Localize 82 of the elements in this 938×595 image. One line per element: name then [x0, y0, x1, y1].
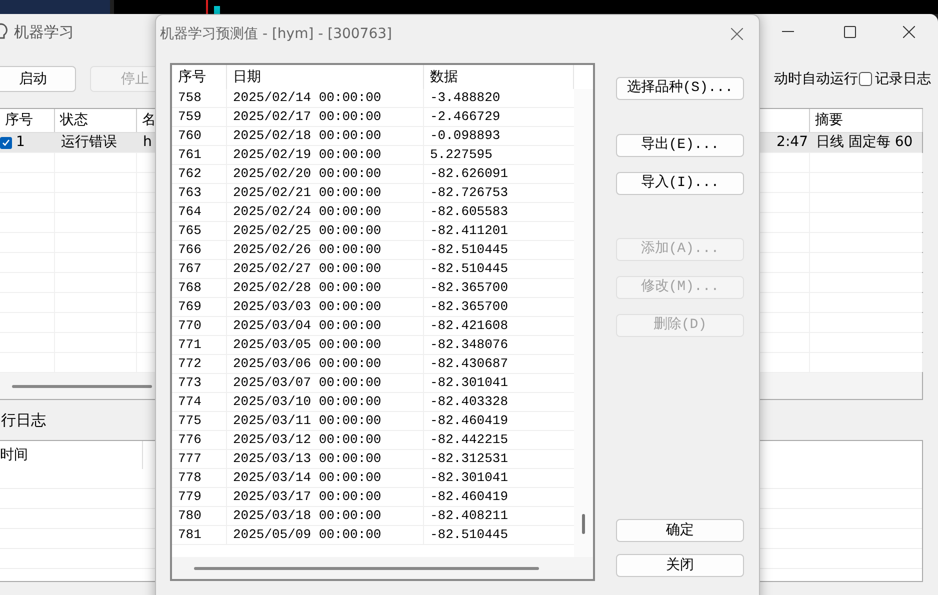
table-cell-text: 776	[178, 431, 202, 450]
table-cell-text: -82.348076	[430, 336, 508, 354]
table-cell-text: 779	[178, 488, 202, 506]
table-cell-text: -82.460419	[430, 412, 508, 430]
table-cell-text: 767	[178, 260, 202, 278]
table-cell-text: 778	[178, 469, 202, 488]
table-cell-text: -82.403328	[430, 393, 508, 412]
table-cell-text: 780	[178, 507, 202, 526]
table-cell-text: 2025/03/12 00:00:00	[233, 431, 382, 450]
table-cell-text: -2.466729	[430, 108, 500, 126]
table-cell-text: -82.408211	[430, 507, 508, 526]
table-cell-text: -82.605583	[430, 203, 508, 222]
table-cell-text: 774	[178, 393, 202, 412]
table-cell-text: 2025/03/04 00:00:00	[233, 317, 382, 336]
table-cell-text: 2025/03/18 00:00:00	[233, 507, 382, 526]
table-cell-text: 768	[178, 279, 202, 298]
table-cell-text: 769	[178, 298, 202, 316]
table-cell-text: -82.365700	[430, 298, 508, 316]
table-cell-text: 5.227595	[430, 146, 492, 164]
table-cell-text: 762	[178, 165, 202, 184]
table-cell-text: -82.430687	[430, 355, 508, 374]
table-cell-text: 766	[178, 241, 202, 260]
table-cell-text: 2025/02/17 00:00:00	[233, 108, 382, 126]
table-cell-text: 运行错误	[61, 133, 117, 152]
table-cell-text: 765	[178, 222, 202, 240]
log-title: 行日志	[1, 410, 46, 431]
table-cell-text: 763	[178, 184, 202, 202]
table-cell-text: 日线 固定每 60	[816, 133, 913, 152]
log-option-label: 记录日志	[875, 70, 931, 88]
table-cell-text: -82.312531	[430, 450, 508, 468]
auto-run-label: 动时自动运行	[774, 70, 858, 88]
table-cell-text: 759	[178, 108, 202, 126]
table-cell-text: 761	[178, 146, 202, 164]
table-cell-text: 772	[178, 355, 202, 374]
table-cell-text: -82.411201	[430, 222, 508, 240]
table-cell-text: 2025/03/03 00:00:00	[233, 298, 382, 316]
table-cell-text: 2025/03/05 00:00:00	[233, 336, 382, 354]
table-cell-text: -3.488820	[430, 89, 500, 108]
table-cell-text: 2025/02/21 00:00:00	[233, 184, 382, 202]
table-cell-text: 770	[178, 317, 202, 336]
table-cell-text: 2025/02/27 00:00:00	[233, 260, 382, 278]
table-cell-text: 2025/02/25 00:00:00	[233, 222, 382, 240]
table-cell-text: -82.365700	[430, 279, 508, 298]
table-cell-text: 2025/03/11 00:00:00	[233, 412, 382, 430]
table-cell-text: -0.098893	[430, 127, 500, 146]
table-cell-text: 773	[178, 374, 202, 392]
table-cell-text: -82.626091	[430, 165, 508, 184]
table-cell-text: 2025/02/18 00:00:00	[233, 127, 382, 146]
table-cell-text: 2025/03/07 00:00:00	[233, 374, 382, 392]
table-cell-text: 758	[178, 89, 202, 108]
table-cell-text: 2025/03/10 00:00:00	[233, 393, 382, 412]
table-cell-text: 2025/02/24 00:00:00	[233, 203, 382, 222]
table-cell-text: -82.301041	[430, 469, 508, 488]
table-cell-text: 2025/03/13 00:00:00	[233, 450, 382, 468]
table-cell-text: -82.726753	[430, 184, 508, 202]
table-cell-text: 2025/02/14 00:00:00	[233, 89, 382, 108]
table-cell-text: 2025/02/20 00:00:00	[233, 165, 382, 184]
table-cell-text: -82.510445	[430, 260, 508, 278]
table-cell-text: h	[143, 133, 152, 152]
table-cell-text: 2025/02/26 00:00:00	[233, 241, 382, 260]
table-cell-text: 2025/03/06 00:00:00	[233, 355, 382, 374]
table-cell-text: -82.421608	[430, 317, 508, 336]
table-cell-text: 771	[178, 336, 202, 354]
table-cell-text: -82.301041	[430, 374, 508, 392]
dialog-title: 机器学习预测值 - [hym] - [300763]	[160, 24, 392, 44]
table-cell-text: 2025/02/19 00:00:00	[233, 146, 382, 164]
window-title: 机器学习	[14, 22, 74, 43]
table-cell-text: -82.442215	[430, 431, 508, 450]
table-cell-text: 2025/03/14 00:00:00	[233, 469, 382, 488]
table-cell-text: -82.510445	[430, 241, 508, 260]
table-cell-text: 777	[178, 450, 202, 468]
table-cell-text: 764	[178, 203, 202, 222]
table-cell-text: 1	[16, 133, 25, 152]
table-cell-text: 2:47	[776, 133, 808, 152]
table-cell-text: -82.510445	[430, 526, 508, 544]
table-cell-text: 760	[178, 127, 202, 146]
table-cell-text: 2025/05/09 00:00:00	[233, 526, 382, 544]
table-cell-text: 2025/02/28 00:00:00	[233, 279, 382, 298]
table-cell-text: 781	[178, 526, 202, 544]
table-cell-text: 2025/03/17 00:00:00	[233, 488, 382, 506]
table-cell-text: 775	[178, 412, 202, 430]
table-cell-text: -82.460419	[430, 488, 508, 506]
